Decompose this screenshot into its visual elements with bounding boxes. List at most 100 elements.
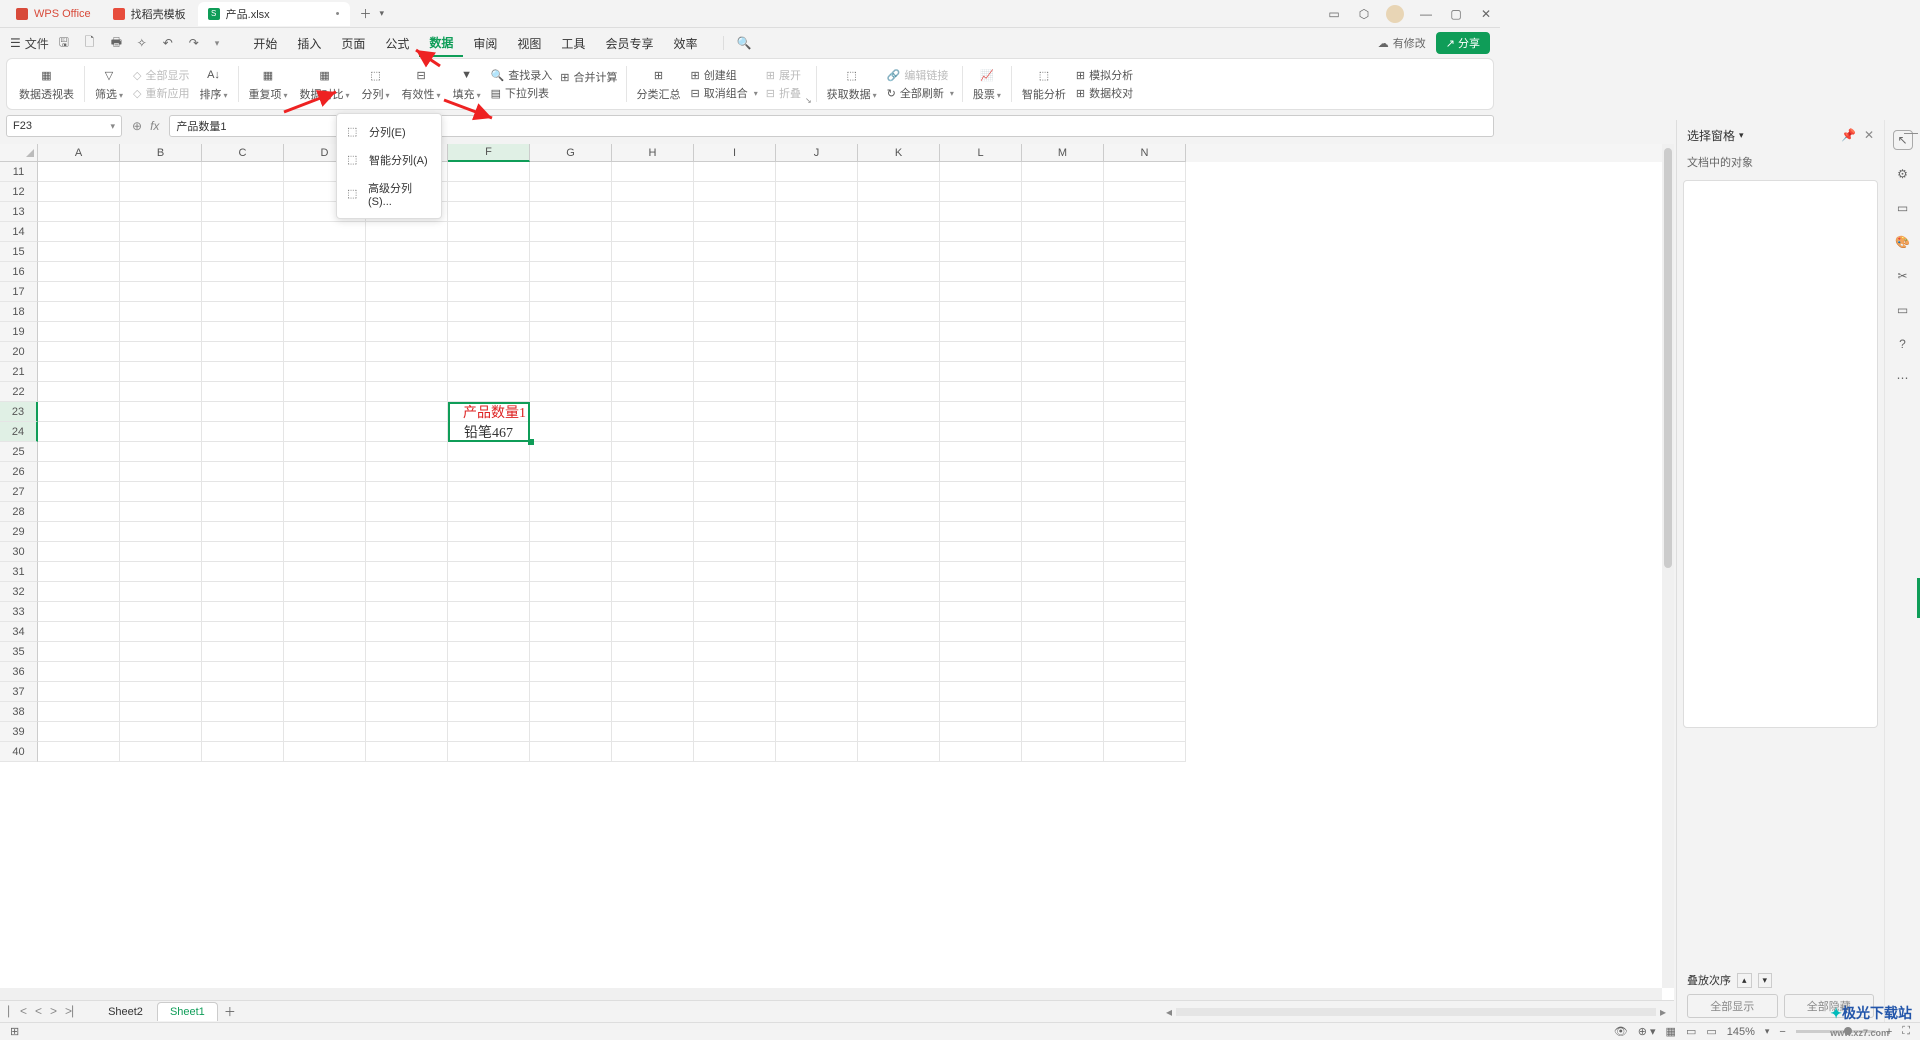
cell[interactable] xyxy=(366,462,448,482)
cell[interactable] xyxy=(1022,682,1104,702)
cell[interactable] xyxy=(940,382,1022,402)
search-icon[interactable]: 🔍 xyxy=(723,36,751,50)
row-header[interactable]: 25 xyxy=(0,442,38,462)
cell[interactable] xyxy=(1104,322,1186,342)
cell[interactable] xyxy=(940,402,1022,422)
cell[interactable] xyxy=(1022,342,1104,362)
cell[interactable] xyxy=(120,702,202,722)
cell[interactable] xyxy=(38,522,120,542)
cell[interactable] xyxy=(120,502,202,522)
row-header[interactable]: 30 xyxy=(0,542,38,562)
cell[interactable] xyxy=(38,642,120,662)
minimize-button[interactable]: — xyxy=(1418,6,1434,22)
cell[interactable] xyxy=(530,622,612,642)
cell[interactable] xyxy=(1022,662,1104,682)
cell[interactable] xyxy=(858,502,940,522)
cell[interactable] xyxy=(284,562,366,582)
group-launcher-icon[interactable]: ↘ xyxy=(805,96,812,105)
cell[interactable] xyxy=(284,422,366,442)
row-header[interactable]: 22 xyxy=(0,382,38,402)
row-header[interactable]: 27 xyxy=(0,482,38,502)
cell[interactable] xyxy=(776,662,858,682)
cell[interactable] xyxy=(202,542,284,562)
cell[interactable] xyxy=(694,162,776,182)
cell[interactable] xyxy=(1022,562,1104,582)
cell[interactable] xyxy=(1104,442,1186,462)
cell[interactable] xyxy=(694,522,776,542)
cell[interactable] xyxy=(530,442,612,462)
cell[interactable] xyxy=(530,662,612,682)
redo-icon[interactable]: ↷ xyxy=(189,36,205,50)
cell[interactable] xyxy=(776,302,858,322)
cell[interactable] xyxy=(612,302,694,322)
cell[interactable] xyxy=(1104,522,1186,542)
cell[interactable] xyxy=(202,342,284,362)
tab-efficiency[interactable]: 效率 xyxy=(663,31,707,56)
tab-insert[interactable]: 插入 xyxy=(287,31,331,56)
cell[interactable] xyxy=(120,162,202,182)
cell[interactable] xyxy=(202,462,284,482)
view-normal-icon[interactable]: ▦ xyxy=(1666,1025,1676,1038)
cell[interactable] xyxy=(530,582,612,602)
stock-button[interactable]: 📈股票▾ xyxy=(967,66,1007,102)
cell[interactable] xyxy=(612,442,694,462)
cell[interactable] xyxy=(1104,722,1186,742)
cell[interactable] xyxy=(284,642,366,662)
maximize-button[interactable]: ▢ xyxy=(1448,6,1464,22)
cell[interactable] xyxy=(530,302,612,322)
pivot-table-button[interactable]: ▦数据透视表 xyxy=(13,66,80,102)
cell[interactable] xyxy=(530,482,612,502)
cell[interactable] xyxy=(612,262,694,282)
cell[interactable] xyxy=(1022,402,1104,422)
col-header[interactable]: J xyxy=(776,144,858,162)
tab-page[interactable]: 页面 xyxy=(331,31,375,56)
cell[interactable] xyxy=(612,462,694,482)
cell[interactable] xyxy=(448,582,530,602)
file-menu[interactable]: ☰ 文件 xyxy=(10,35,49,52)
cell[interactable] xyxy=(1104,162,1186,182)
cell[interactable] xyxy=(120,522,202,542)
row-header[interactable]: 17 xyxy=(0,282,38,302)
share-button[interactable]: ↗ 分享 xyxy=(1436,32,1490,54)
cell[interactable] xyxy=(120,382,202,402)
cell[interactable] xyxy=(1104,462,1186,482)
cell[interactable] xyxy=(38,502,120,522)
cell[interactable] xyxy=(530,682,612,702)
cell[interactable] xyxy=(694,742,776,762)
cell[interactable] xyxy=(38,542,120,562)
cell[interactable] xyxy=(694,702,776,722)
col-header[interactable]: N xyxy=(1104,144,1186,162)
cell[interactable] xyxy=(448,382,530,402)
expand-button[interactable]: ⊞ 展开 xyxy=(766,67,801,83)
cell[interactable] xyxy=(38,162,120,182)
cell[interactable] xyxy=(1104,182,1186,202)
cell[interactable] xyxy=(776,622,858,642)
tools-icon[interactable]: ✂ xyxy=(1893,266,1913,286)
cell[interactable] xyxy=(202,742,284,762)
cell[interactable] xyxy=(612,322,694,342)
col-header[interactable]: A xyxy=(38,144,120,162)
cell[interactable] xyxy=(530,502,612,522)
cell[interactable] xyxy=(202,642,284,662)
cell[interactable] xyxy=(940,322,1022,342)
cell[interactable] xyxy=(940,482,1022,502)
cell[interactable] xyxy=(694,322,776,342)
cell[interactable] xyxy=(1022,642,1104,662)
cell[interactable] xyxy=(858,202,940,222)
get-data-button[interactable]: ⬚获取数据▾ xyxy=(821,66,883,102)
cell[interactable] xyxy=(448,262,530,282)
cell[interactable] xyxy=(1022,282,1104,302)
cell[interactable] xyxy=(366,602,448,622)
cell[interactable] xyxy=(530,542,612,562)
cell[interactable] xyxy=(38,482,120,502)
cell[interactable] xyxy=(776,282,858,302)
cell[interactable] xyxy=(612,182,694,202)
cell[interactable] xyxy=(776,642,858,662)
cell[interactable] xyxy=(1104,682,1186,702)
cell[interactable] xyxy=(612,602,694,622)
cell[interactable] xyxy=(448,562,530,582)
cell[interactable] xyxy=(448,682,530,702)
cell[interactable] xyxy=(38,362,120,382)
cell[interactable] xyxy=(38,702,120,722)
cell[interactable] xyxy=(776,362,858,382)
